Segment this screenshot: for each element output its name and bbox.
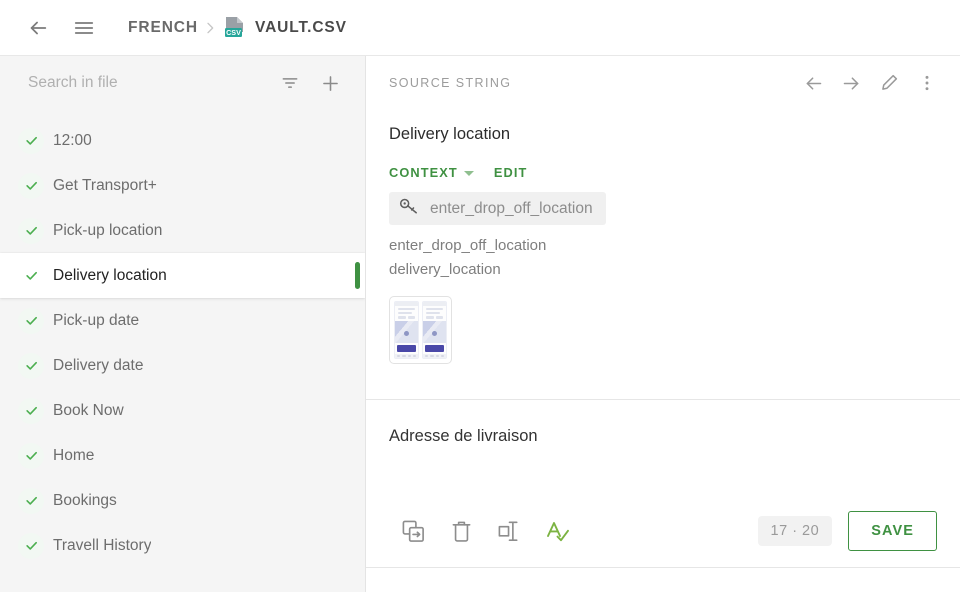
string-key-text: enter_drop_off_location [430, 199, 593, 217]
hamburger-menu-icon[interactable] [64, 8, 104, 48]
thumb-statusbar [395, 302, 418, 307]
search-input[interactable] [28, 74, 267, 92]
list-item[interactable]: Travell History [0, 523, 365, 568]
key-icon [398, 197, 420, 220]
context-line: enter_drop_off_location [389, 237, 547, 255]
thumb-navbar [423, 354, 446, 359]
list-item-label: Pick-up location [53, 221, 163, 239]
source-pane-title: SOURCE STRING [389, 76, 512, 90]
split-segment-icon[interactable] [485, 509, 533, 553]
translation-input[interactable]: Adresse de livraison [366, 400, 960, 503]
check-icon [18, 217, 44, 244]
list-item[interactable]: Pick-up date [0, 298, 365, 343]
list-item-label: Delivery date [53, 356, 144, 374]
bottom-strip [366, 568, 960, 592]
thumb-cta-button [425, 345, 444, 353]
list-item-label: 12:00 [53, 131, 92, 149]
thumb-cta-button [397, 345, 416, 353]
list-item[interactable]: Book Now [0, 388, 365, 433]
context-edit-button[interactable]: EDIT [494, 165, 528, 180]
list-item-label: Book Now [53, 401, 124, 419]
back-icon[interactable] [18, 8, 58, 48]
more-vertical-icon[interactable] [908, 64, 946, 102]
list-item[interactable]: Bookings [0, 478, 365, 523]
app-screenshot-thumbnail[interactable] [389, 296, 452, 365]
list-item[interactable]: Get Transport+ [0, 163, 365, 208]
character-count-badge: 17 · 20 [757, 516, 833, 546]
translation-toolbar: 17 · 20 SAVE [366, 503, 960, 567]
list-item[interactable]: Pick-up location [0, 208, 365, 253]
top-bar: FRENCH CSV VAULT.CSV [0, 0, 960, 56]
check-icon [18, 487, 44, 514]
list-item[interactable]: Home [0, 433, 365, 478]
context-line: delivery_location [389, 261, 501, 279]
context-toggle-label[interactable]: CONTEXT [389, 165, 458, 180]
svg-text:CSV: CSV [226, 28, 241, 37]
source-string-text: Delivery location [389, 125, 511, 143]
thumb-line [426, 308, 443, 311]
translation-pane: Adresse de livraison 17 · 20 SAVE [366, 400, 960, 568]
check-icon [18, 262, 44, 289]
source-pane: SOURCE STRING Delivery location CONTEXT … [366, 56, 960, 400]
list-item-label: Delivery location [53, 266, 167, 284]
string-list[interactable]: 12:00 Get Transport+ Pick-up location Deliv… [0, 110, 365, 592]
thumb-pills [398, 316, 415, 320]
thumb-line [426, 312, 440, 315]
check-icon [18, 397, 44, 424]
breadcrumb: FRENCH CSV VAULT.CSV [128, 16, 347, 40]
thumb-statusbar [423, 302, 446, 307]
check-icon [18, 352, 44, 379]
body-split: 12:00 Get Transport+ Pick-up location Deliv… [0, 56, 960, 592]
breadcrumb-file[interactable]: CSV VAULT.CSV [224, 16, 347, 40]
spellcheck-icon[interactable] [533, 509, 581, 553]
check-icon [18, 127, 44, 154]
pencil-icon[interactable] [870, 64, 908, 102]
save-button[interactable]: SAVE [848, 511, 937, 551]
filter-icon[interactable] [273, 66, 307, 100]
plus-icon[interactable] [313, 66, 347, 100]
list-item[interactable]: 12:00 [0, 118, 365, 163]
selected-indicator [355, 262, 360, 289]
list-item-label: Pick-up date [53, 311, 140, 329]
list-item-label: Bookings [53, 491, 117, 509]
thumb-line [398, 312, 412, 315]
list-item-label: Travell History [53, 536, 152, 554]
source-header: SOURCE STRING [366, 56, 960, 110]
csv-file-icon: CSV [224, 16, 246, 40]
next-string-icon[interactable] [832, 64, 870, 102]
thumbnail-phone-1 [394, 301, 419, 360]
context-lines: enter_drop_off_location delivery_location [366, 225, 960, 282]
breadcrumb-project[interactable]: FRENCH [128, 19, 198, 37]
check-icon [18, 442, 44, 469]
copy-source-icon[interactable] [389, 509, 437, 553]
chevron-down-icon[interactable] [463, 171, 474, 177]
check-icon [18, 172, 44, 199]
main-panel: SOURCE STRING Delivery location CONTEXT … [365, 56, 960, 592]
list-item[interactable]: Delivery location [0, 253, 365, 298]
breadcrumb-file-label: VAULT.CSV [254, 18, 347, 36]
sidebar-header [0, 56, 365, 110]
list-item-label: Home [53, 446, 95, 464]
list-item[interactable]: Delivery date [0, 343, 365, 388]
sidebar: 12:00 Get Transport+ Pick-up location Deliv… [0, 56, 365, 592]
chevron-right-icon [202, 20, 218, 36]
context-row: CONTEXT EDIT [366, 145, 960, 180]
thumbnail-phone-2 [422, 301, 447, 360]
string-key-chip[interactable]: enter_drop_off_location [389, 192, 606, 226]
thumb-navbar [395, 354, 418, 359]
thumb-pills [426, 316, 443, 320]
app-root: FRENCH CSV VAULT.CSV Search in file 12:0… [0, 0, 960, 592]
check-icon [18, 307, 44, 334]
prev-string-icon[interactable] [794, 64, 832, 102]
thumb-line [398, 308, 415, 311]
thumb-map [423, 321, 446, 344]
trash-icon[interactable] [437, 509, 485, 553]
list-item-label: Get Transport+ [53, 176, 157, 194]
thumb-map [395, 321, 418, 344]
check-icon [18, 532, 44, 559]
